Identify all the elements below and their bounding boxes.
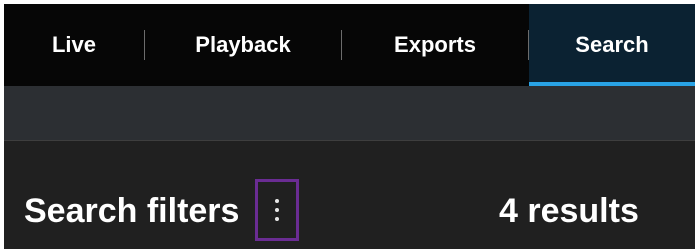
app-window: Live Playback Exports Search Search filt… bbox=[4, 4, 695, 249]
tab-search[interactable]: Search bbox=[529, 4, 695, 86]
tab-live[interactable]: Live bbox=[4, 4, 144, 86]
more-options-button[interactable] bbox=[255, 179, 299, 241]
search-filters-panel: Search filters 4 results bbox=[4, 141, 695, 249]
toolbar-strip bbox=[4, 86, 695, 140]
main-tab-bar: Live Playback Exports Search bbox=[4, 4, 695, 86]
results-count: 4 results bbox=[499, 192, 639, 230]
tab-exports-label: Exports bbox=[394, 32, 476, 57]
tab-exports[interactable]: Exports bbox=[342, 4, 528, 86]
search-filters-title: Search filters bbox=[24, 192, 240, 230]
tab-playback-label: Playback bbox=[195, 32, 291, 57]
vertical-ellipsis-icon bbox=[275, 199, 279, 221]
tab-live-label: Live bbox=[51, 32, 97, 57]
tab-search-label: Search bbox=[575, 32, 649, 57]
tab-playback[interactable]: Playback bbox=[145, 4, 341, 86]
